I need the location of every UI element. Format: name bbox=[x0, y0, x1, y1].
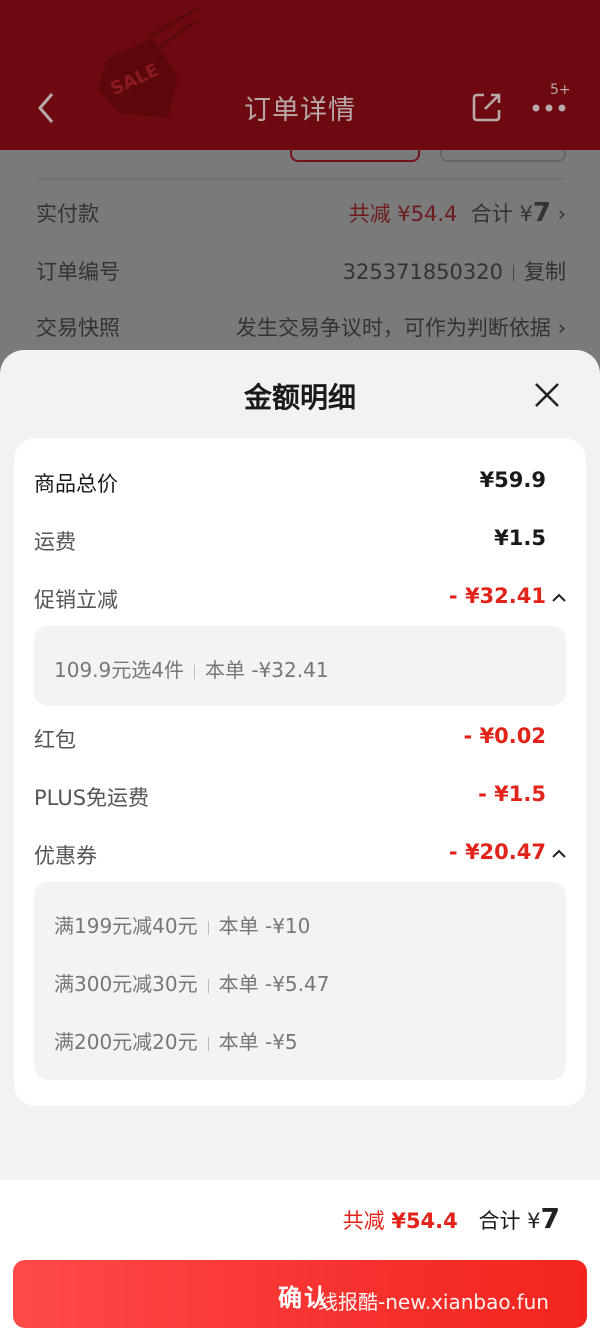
more-icon[interactable] bbox=[530, 96, 570, 120]
redpacket-value: - ¥0.02 bbox=[463, 724, 546, 748]
goods-total-row: 商品总价 ¥59.9 bbox=[34, 460, 566, 500]
divider bbox=[36, 178, 566, 179]
goods-total-label: 商品总价 bbox=[34, 472, 118, 496]
snapshot-row: 交易快照 发生交易争议时，可作为判断依据 › bbox=[36, 306, 566, 346]
order-number-label: 订单编号 bbox=[36, 260, 120, 284]
watermark-text: 线报酷-new.xianbao.fun bbox=[318, 1290, 549, 1314]
chevron-up-icon[interactable] bbox=[552, 592, 566, 602]
coupon-rule: 满200元减20元 bbox=[54, 1030, 198, 1054]
snapshot-label: 交易快照 bbox=[36, 316, 120, 340]
paid-total: 7 bbox=[532, 198, 551, 228]
shipping-label: 运费 bbox=[34, 530, 76, 554]
coupon-row[interactable]: 优惠券 - ¥20.47 bbox=[34, 832, 566, 872]
snapshot-value: 发生交易争议时，可作为判断依据 bbox=[235, 316, 551, 340]
coupon-value: - ¥20.47 bbox=[448, 840, 546, 864]
close-icon[interactable] bbox=[530, 378, 564, 412]
plus-label: PLUS免运费 bbox=[34, 786, 150, 810]
coupon-amount: 本单 -¥5.47 bbox=[218, 972, 330, 996]
paid-label: 实付款 bbox=[36, 202, 99, 226]
promo-detail-item: 109.9元选4件 本单 -¥32.41 bbox=[54, 654, 329, 683]
paid-row: 实付款 共减 ¥54.4 合计 ¥7 › bbox=[36, 198, 566, 228]
coupon-detail-item: 满300元减30元 本单 -¥5.47 bbox=[54, 968, 329, 997]
paid-total-label: 合计 bbox=[470, 202, 513, 226]
footer-bar: 共减 ¥54.4 合计 ¥7 确认 bbox=[0, 1180, 600, 1340]
coupon-detail-item: 满200元减20元 本单 -¥5 bbox=[54, 1026, 298, 1055]
plus-row: PLUS免运费 - ¥1.5 bbox=[34, 774, 566, 814]
footer-currency: ¥ bbox=[527, 1209, 541, 1233]
more-badge: 5+ bbox=[550, 82, 571, 98]
coupon-detail-box: 满199元减40元 本单 -¥10 满300元减30元 本单 -¥5.47 满200… bbox=[34, 882, 566, 1080]
coupon-rule: 满300元减30元 bbox=[54, 972, 198, 996]
sheet-title: 金额明细 bbox=[243, 381, 356, 414]
footer-reduced-label: 共减 bbox=[342, 1209, 385, 1233]
shipping-value: ¥1.5 bbox=[494, 526, 546, 550]
footer-total-label: 合计 bbox=[478, 1209, 521, 1233]
redpacket-label: 红包 bbox=[34, 728, 76, 752]
shipping-row: 运费 ¥1.5 bbox=[34, 518, 566, 558]
amount-panel: 商品总价 ¥59.9 运费 ¥1.5 促销立减 - ¥32.41 109.9元选… bbox=[14, 438, 586, 1106]
chevron-up-icon[interactable] bbox=[552, 848, 566, 858]
coupon-amount: 本单 -¥5 bbox=[218, 1030, 298, 1054]
page-title: 订单详情 bbox=[244, 95, 356, 126]
paid-currency: ¥ bbox=[519, 202, 533, 226]
goods-total-value: ¥59.9 bbox=[479, 468, 546, 492]
order-action-button bbox=[290, 150, 420, 162]
promo-detail-box: 109.9元选4件 本单 -¥32.41 bbox=[34, 626, 566, 706]
promo-amount: 本单 -¥32.41 bbox=[204, 658, 329, 682]
coupon-amount: 本单 -¥10 bbox=[218, 914, 311, 938]
share-icon[interactable] bbox=[470, 90, 504, 124]
paid-reduced: 共减 ¥54.4 bbox=[348, 202, 458, 226]
footer-reduced-value: ¥54.4 bbox=[391, 1209, 458, 1233]
promo-row[interactable]: 促销立减 - ¥32.41 bbox=[34, 576, 566, 616]
promo-rule: 109.9元选4件 bbox=[54, 658, 184, 682]
coupon-label: 优惠券 bbox=[34, 844, 97, 868]
footer-total-value: 7 bbox=[540, 1202, 560, 1235]
footer-totals: 共减 ¥54.4 合计 ¥7 bbox=[343, 1202, 560, 1235]
redpacket-row: 红包 - ¥0.02 bbox=[34, 716, 566, 756]
coupon-rule: 满199元减40元 bbox=[54, 914, 198, 938]
order-number-row: 订单编号 325371850320 复制 bbox=[36, 250, 566, 290]
coupon-detail-item: 满199元减40元 本单 -¥10 bbox=[54, 910, 310, 939]
order-action-button bbox=[440, 150, 566, 162]
header-bar: SALE 订单详情 5+ bbox=[0, 0, 600, 150]
order-number-value: 325371850320 bbox=[342, 260, 503, 284]
plus-value: - ¥1.5 bbox=[478, 782, 546, 806]
promo-label: 促销立减 bbox=[34, 588, 118, 612]
copy-button: 复制 bbox=[524, 260, 566, 284]
promo-value: - ¥32.41 bbox=[448, 584, 546, 608]
